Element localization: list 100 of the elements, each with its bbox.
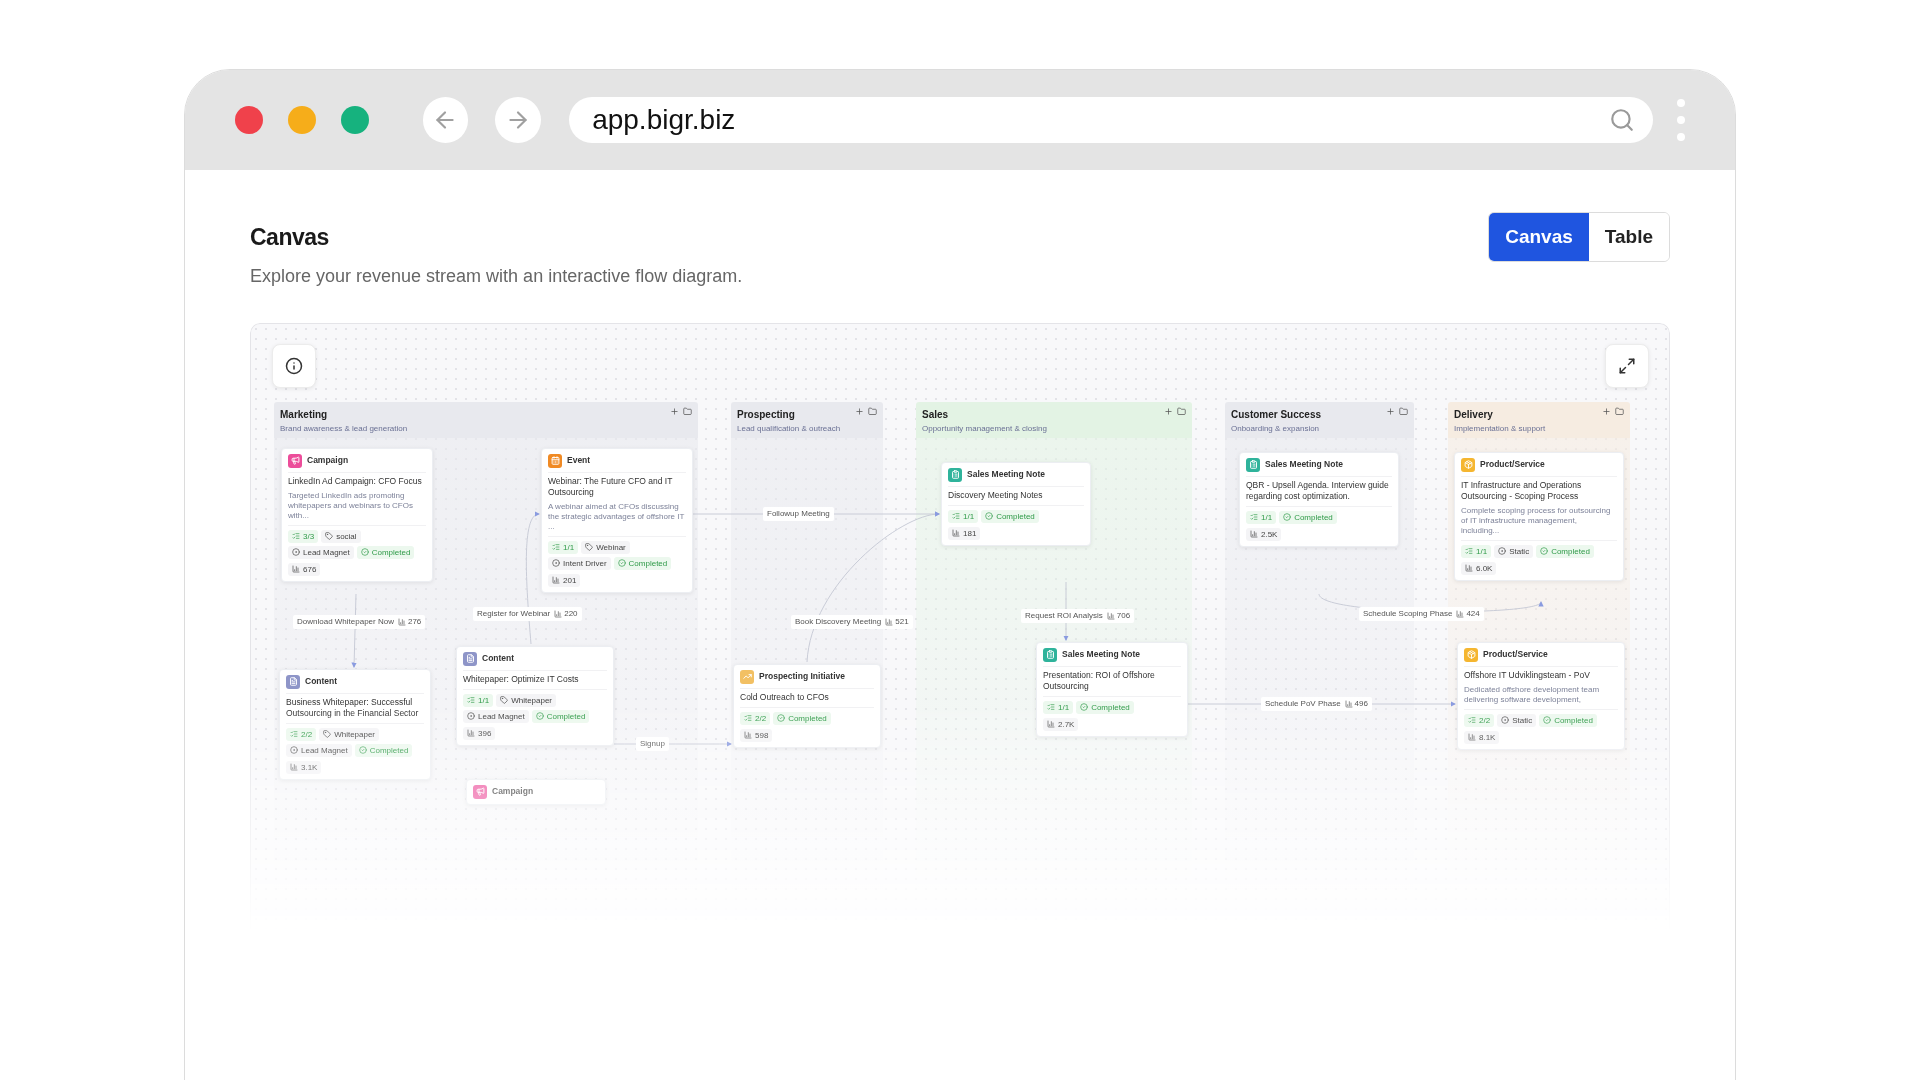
bar-chart-icon — [1465, 564, 1473, 572]
progress-badge: 1/1 — [948, 509, 979, 523]
flow-card[interactable]: Prospecting Initiative Cold Outreach to CFOs 2/2 Completed 598 — [733, 663, 881, 748]
progress-badge: 1/1 — [463, 693, 494, 707]
checklist-icon — [744, 714, 752, 722]
package-icon — [1463, 460, 1473, 469]
flow-card[interactable]: Product/Service Offshore IT Udviklingsteam - PoV Dedicated offshore development team delivering software development, 2/2 Static Completed 8.1K — [1457, 641, 1625, 750]
expand-icon — [1618, 356, 1636, 375]
tag-icon — [585, 543, 594, 551]
dot-icon — [290, 746, 298, 754]
edge-label-text: Schedule Scoping Phase — [1363, 607, 1453, 620]
edge-label-text: Download Whitepaper Now — [297, 615, 394, 628]
flow-card[interactable]: Campaign — [466, 778, 606, 805]
fullscreen-button[interactable] — [1605, 343, 1649, 388]
card-type-label: Campaign — [307, 454, 349, 467]
status-badge: Completed — [1536, 544, 1594, 558]
folder-icon[interactable] — [1177, 406, 1186, 416]
flow-card[interactable]: Sales Meeting Note Presentation: ROI of Offshore Outsourcing 1/1 Completed 2.7K — [1036, 641, 1188, 737]
flow-card[interactable]: Content Business Whitepaper: Successful Outsourcing in the Financial Sector 2/2 Whitepaper Lead Magnet Completed 3.1K — [279, 668, 431, 780]
card-title: Business Whitepaper: Successful Outsourcing in the Financial Sector — [286, 696, 420, 719]
metric-badge: 676 — [288, 562, 321, 576]
progress-badge: 1/1 — [1461, 544, 1492, 558]
edge-count: 496 — [1344, 697, 1368, 710]
info-icon — [285, 356, 303, 375]
tag-badge: Lead Magnet — [288, 545, 354, 559]
status-badge: Completed — [613, 556, 672, 570]
dot-icon — [467, 712, 475, 720]
view-tab[interactable]: Canvas — [1489, 213, 1589, 261]
card-title: Cold Outreach to CFOs — [740, 691, 830, 703]
edge-count: 220 — [554, 607, 578, 620]
plus-icon[interactable] — [670, 406, 679, 416]
lane-subtitle: Lead qualification & outreach — [737, 422, 841, 435]
card-description: Complete scoping process for outsourcing of IT infrastructure management, including... — [1461, 505, 1612, 536]
flow-card[interactable]: Sales Meeting Note Discovery Meeting Notes 1/1 Completed 181 — [941, 461, 1091, 546]
bar-chart-icon — [1250, 530, 1258, 538]
address-bar[interactable]: app.bigr.biz — [569, 97, 1653, 143]
status-badge: Completed — [981, 509, 1039, 523]
card-type-label: Content — [482, 652, 515, 665]
status-badge: Completed — [1279, 510, 1337, 524]
package-icon — [1466, 650, 1476, 659]
bar-chart-icon — [292, 565, 300, 573]
metric-badge: 2.7K — [1043, 717, 1079, 731]
lane-subtitle: Implementation & support — [1454, 422, 1546, 435]
bar-chart-icon — [554, 609, 563, 618]
edge-label[interactable]: Register for Webinar 220 — [473, 606, 582, 621]
tag-icon — [500, 696, 509, 704]
bar-chart-icon — [885, 617, 894, 626]
card-description: Dedicated offshore development team delivering software development, — [1464, 684, 1601, 705]
flow-card[interactable]: Sales Meeting Note QBR - Upsell Agenda. Interview guide regarding cost optimization. 1/1 Completed 2.5K — [1239, 451, 1399, 547]
bar-chart-icon — [1468, 733, 1476, 741]
url-text: app.bigr.biz — [592, 103, 737, 137]
flow-card[interactable]: Campaign LinkedIn Ad Campaign: CFO Focus Targeted LinkedIn ads promoting whitepapers and webinars to CFOs with... 3/3 social Lead Magnet Completed 676 — [281, 447, 433, 582]
plus-icon[interactable] — [1386, 406, 1395, 416]
tag-badge: Whitepaper — [496, 693, 557, 707]
folder-icon[interactable] — [1399, 406, 1408, 416]
status-badge: Completed — [1539, 713, 1597, 727]
edge-label[interactable]: Book Discovery Meeting 521 — [791, 614, 913, 629]
document-icon — [288, 677, 298, 686]
edge-label[interactable]: Schedule PoV Phase 496 — [1261, 696, 1372, 711]
progress-badge: 2/2 — [286, 727, 317, 741]
check-icon — [1543, 716, 1552, 724]
card-type-label: Sales Meeting Note — [967, 468, 1045, 481]
tag-badge: Lead Magnet — [463, 709, 529, 723]
card-type-label: Event — [567, 454, 591, 467]
card-title: LinkedIn Ad Campaign: CFO Focus — [288, 475, 423, 487]
bar-chart-icon — [552, 576, 560, 584]
edge-label[interactable]: Download Whitepaper Now 276 — [293, 614, 426, 629]
plus-icon[interactable] — [1164, 406, 1173, 416]
edge-label[interactable]: Followup Meeting — [763, 506, 834, 521]
lane-subtitle: Onboarding & expansion — [1231, 422, 1321, 435]
check-icon — [1540, 547, 1549, 555]
checklist-icon — [552, 543, 560, 551]
progress-badge: 1/1 — [1043, 700, 1074, 714]
plus-icon[interactable] — [1602, 406, 1611, 416]
metric-badge: 201 — [548, 573, 581, 587]
edge-label[interactable]: Schedule Scoping Phase 424 — [1359, 606, 1484, 621]
metric-badge: 3.1K — [286, 760, 322, 774]
card-title: Offshore IT Udviklingsteam - PoV — [1464, 669, 1591, 681]
forward-button[interactable] — [495, 97, 542, 143]
lane-title: Sales — [922, 407, 950, 422]
folder-icon[interactable] — [683, 406, 692, 416]
check-icon — [535, 712, 544, 720]
card-description: A webinar aimed at CFOs discussing the strategic advantages of offshore IT ... — [548, 501, 686, 532]
folder-icon[interactable] — [1615, 406, 1624, 416]
flow-card[interactable]: Content Whitepaper: Optimize IT Costs 1/1 Whitepaper Lead Magnet Completed 396 — [456, 645, 614, 746]
plus-icon[interactable] — [855, 406, 864, 416]
progress-badge: 1/1 — [548, 540, 579, 554]
progress-badge: 3/3 — [288, 529, 319, 543]
flow-card[interactable]: Event Webinar: The Future CFO and IT Outsourcing A webinar aimed at CFOs discussing the strategic advantages of offshore IT ... 1/1 Webinar Intent Driver Completed 201 — [541, 447, 693, 593]
metric-badge: 2.5K — [1246, 527, 1282, 541]
search-icon[interactable] — [1609, 107, 1635, 133]
tag-badge: Static — [1494, 544, 1534, 558]
edge-label[interactable]: Signup — [636, 736, 669, 751]
flow-card[interactable]: Product/Service IT Infrastructure and Operations Outsourcing - Scoping Process Complete scoping process for outsourcing of IT infrastructure management, including... 1/1 Static Completed 6.0K — [1454, 451, 1624, 581]
check-icon — [1283, 513, 1292, 521]
info-button[interactable] — [272, 343, 316, 388]
edge-label[interactable]: Request ROI Analysis 706 — [1021, 608, 1135, 623]
folder-icon[interactable] — [868, 406, 877, 416]
card-title: QBR - Upsell Agenda. Interview guide regarding cost optimization. — [1246, 479, 1390, 502]
card-title: Presentation: ROI of Offshore Outsourcing — [1043, 669, 1156, 692]
